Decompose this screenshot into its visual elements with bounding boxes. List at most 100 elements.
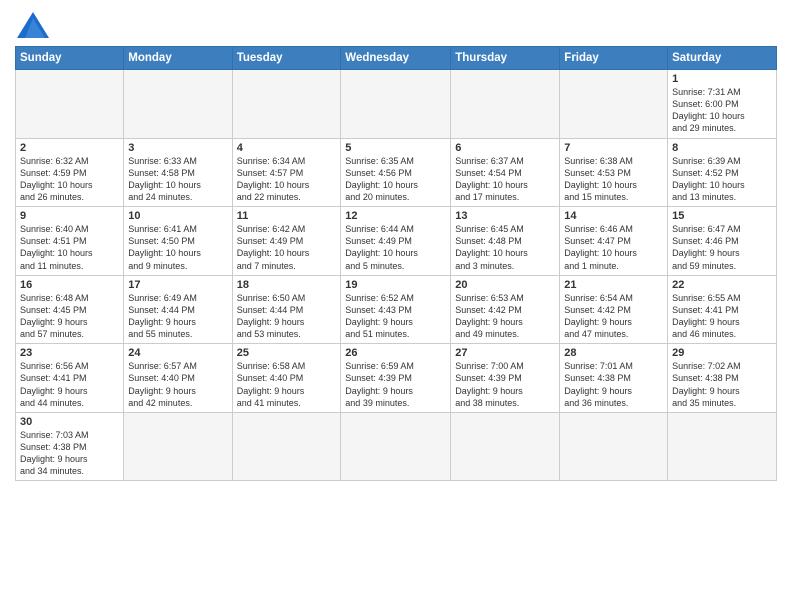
calendar-cell xyxy=(560,412,668,481)
calendar-cell xyxy=(124,70,232,139)
page: SundayMondayTuesdayWednesdayThursdayFrid… xyxy=(0,0,792,612)
day-info: Sunrise: 6:47 AM Sunset: 4:46 PM Dayligh… xyxy=(672,223,772,272)
calendar-cell: 6Sunrise: 6:37 AM Sunset: 4:54 PM Daylig… xyxy=(451,138,560,207)
day-info: Sunrise: 6:53 AM Sunset: 4:42 PM Dayligh… xyxy=(455,292,555,341)
calendar-header: SundayMondayTuesdayWednesdayThursdayFrid… xyxy=(16,47,777,70)
day-number: 8 xyxy=(672,142,772,154)
day-number: 20 xyxy=(455,279,555,291)
calendar-cell xyxy=(341,412,451,481)
calendar-cell: 22Sunrise: 6:55 AM Sunset: 4:41 PM Dayli… xyxy=(668,275,777,344)
day-info: Sunrise: 6:58 AM Sunset: 4:40 PM Dayligh… xyxy=(237,360,337,409)
day-number: 3 xyxy=(128,142,227,154)
weekday-header-tuesday: Tuesday xyxy=(232,47,341,70)
calendar-cell: 26Sunrise: 6:59 AM Sunset: 4:39 PM Dayli… xyxy=(341,344,451,413)
calendar-cell xyxy=(341,70,451,139)
day-number: 24 xyxy=(128,347,227,359)
day-info: Sunrise: 7:00 AM Sunset: 4:39 PM Dayligh… xyxy=(455,360,555,409)
weekday-header-wednesday: Wednesday xyxy=(341,47,451,70)
calendar-cell xyxy=(232,70,341,139)
calendar-cell: 9Sunrise: 6:40 AM Sunset: 4:51 PM Daylig… xyxy=(16,207,124,276)
day-number: 17 xyxy=(128,279,227,291)
calendar-cell: 2Sunrise: 6:32 AM Sunset: 4:59 PM Daylig… xyxy=(16,138,124,207)
day-info: Sunrise: 6:44 AM Sunset: 4:49 PM Dayligh… xyxy=(345,223,446,272)
week-row-1: 2Sunrise: 6:32 AM Sunset: 4:59 PM Daylig… xyxy=(16,138,777,207)
calendar-cell: 11Sunrise: 6:42 AM Sunset: 4:49 PM Dayli… xyxy=(232,207,341,276)
day-info: Sunrise: 6:45 AM Sunset: 4:48 PM Dayligh… xyxy=(455,223,555,272)
logo-icon xyxy=(15,10,51,40)
calendar-cell: 4Sunrise: 6:34 AM Sunset: 4:57 PM Daylig… xyxy=(232,138,341,207)
day-number: 16 xyxy=(20,279,119,291)
calendar-cell: 19Sunrise: 6:52 AM Sunset: 4:43 PM Dayli… xyxy=(341,275,451,344)
day-info: Sunrise: 6:46 AM Sunset: 4:47 PM Dayligh… xyxy=(564,223,663,272)
day-number: 2 xyxy=(20,142,119,154)
calendar: SundayMondayTuesdayWednesdayThursdayFrid… xyxy=(15,46,777,481)
calendar-cell: 12Sunrise: 6:44 AM Sunset: 4:49 PM Dayli… xyxy=(341,207,451,276)
day-number: 15 xyxy=(672,210,772,222)
day-info: Sunrise: 6:41 AM Sunset: 4:50 PM Dayligh… xyxy=(128,223,227,272)
day-info: Sunrise: 6:34 AM Sunset: 4:57 PM Dayligh… xyxy=(237,155,337,204)
calendar-cell: 5Sunrise: 6:35 AM Sunset: 4:56 PM Daylig… xyxy=(341,138,451,207)
day-info: Sunrise: 7:02 AM Sunset: 4:38 PM Dayligh… xyxy=(672,360,772,409)
week-row-4: 23Sunrise: 6:56 AM Sunset: 4:41 PM Dayli… xyxy=(16,344,777,413)
week-row-5: 30Sunrise: 7:03 AM Sunset: 4:38 PM Dayli… xyxy=(16,412,777,481)
day-info: Sunrise: 6:52 AM Sunset: 4:43 PM Dayligh… xyxy=(345,292,446,341)
day-number: 12 xyxy=(345,210,446,222)
weekday-header-sunday: Sunday xyxy=(16,47,124,70)
day-info: Sunrise: 6:48 AM Sunset: 4:45 PM Dayligh… xyxy=(20,292,119,341)
day-number: 5 xyxy=(345,142,446,154)
calendar-cell: 28Sunrise: 7:01 AM Sunset: 4:38 PM Dayli… xyxy=(560,344,668,413)
calendar-cell: 7Sunrise: 6:38 AM Sunset: 4:53 PM Daylig… xyxy=(560,138,668,207)
calendar-cell: 21Sunrise: 6:54 AM Sunset: 4:42 PM Dayli… xyxy=(560,275,668,344)
day-info: Sunrise: 6:56 AM Sunset: 4:41 PM Dayligh… xyxy=(20,360,119,409)
day-info: Sunrise: 6:59 AM Sunset: 4:39 PM Dayligh… xyxy=(345,360,446,409)
calendar-cell xyxy=(124,412,232,481)
day-number: 30 xyxy=(20,416,119,428)
calendar-cell: 24Sunrise: 6:57 AM Sunset: 4:40 PM Dayli… xyxy=(124,344,232,413)
weekday-header-thursday: Thursday xyxy=(451,47,560,70)
calendar-cell: 23Sunrise: 6:56 AM Sunset: 4:41 PM Dayli… xyxy=(16,344,124,413)
day-number: 1 xyxy=(672,73,772,85)
calendar-cell xyxy=(668,412,777,481)
calendar-cell xyxy=(451,70,560,139)
header xyxy=(15,10,777,40)
day-info: Sunrise: 6:35 AM Sunset: 4:56 PM Dayligh… xyxy=(345,155,446,204)
day-info: Sunrise: 6:57 AM Sunset: 4:40 PM Dayligh… xyxy=(128,360,227,409)
weekday-header-friday: Friday xyxy=(560,47,668,70)
day-number: 23 xyxy=(20,347,119,359)
day-info: Sunrise: 6:39 AM Sunset: 4:52 PM Dayligh… xyxy=(672,155,772,204)
calendar-cell: 20Sunrise: 6:53 AM Sunset: 4:42 PM Dayli… xyxy=(451,275,560,344)
calendar-cell: 1Sunrise: 7:31 AM Sunset: 6:00 PM Daylig… xyxy=(668,70,777,139)
day-info: Sunrise: 7:01 AM Sunset: 4:38 PM Dayligh… xyxy=(564,360,663,409)
day-number: 9 xyxy=(20,210,119,222)
calendar-cell xyxy=(451,412,560,481)
day-info: Sunrise: 6:37 AM Sunset: 4:54 PM Dayligh… xyxy=(455,155,555,204)
weekday-header-row: SundayMondayTuesdayWednesdayThursdayFrid… xyxy=(16,47,777,70)
calendar-cell xyxy=(232,412,341,481)
day-number: 10 xyxy=(128,210,227,222)
day-info: Sunrise: 6:38 AM Sunset: 4:53 PM Dayligh… xyxy=(564,155,663,204)
day-number: 7 xyxy=(564,142,663,154)
calendar-cell: 16Sunrise: 6:48 AM Sunset: 4:45 PM Dayli… xyxy=(16,275,124,344)
calendar-cell xyxy=(560,70,668,139)
day-number: 14 xyxy=(564,210,663,222)
day-number: 19 xyxy=(345,279,446,291)
day-info: Sunrise: 6:32 AM Sunset: 4:59 PM Dayligh… xyxy=(20,155,119,204)
logo xyxy=(15,10,55,40)
day-info: Sunrise: 6:54 AM Sunset: 4:42 PM Dayligh… xyxy=(564,292,663,341)
week-row-0: 1Sunrise: 7:31 AM Sunset: 6:00 PM Daylig… xyxy=(16,70,777,139)
calendar-cell: 14Sunrise: 6:46 AM Sunset: 4:47 PM Dayli… xyxy=(560,207,668,276)
calendar-body: 1Sunrise: 7:31 AM Sunset: 6:00 PM Daylig… xyxy=(16,70,777,481)
day-number: 22 xyxy=(672,279,772,291)
calendar-cell: 27Sunrise: 7:00 AM Sunset: 4:39 PM Dayli… xyxy=(451,344,560,413)
day-number: 13 xyxy=(455,210,555,222)
day-info: Sunrise: 6:55 AM Sunset: 4:41 PM Dayligh… xyxy=(672,292,772,341)
calendar-cell: 25Sunrise: 6:58 AM Sunset: 4:40 PM Dayli… xyxy=(232,344,341,413)
day-number: 4 xyxy=(237,142,337,154)
day-info: Sunrise: 6:50 AM Sunset: 4:44 PM Dayligh… xyxy=(237,292,337,341)
calendar-cell: 30Sunrise: 7:03 AM Sunset: 4:38 PM Dayli… xyxy=(16,412,124,481)
calendar-cell: 17Sunrise: 6:49 AM Sunset: 4:44 PM Dayli… xyxy=(124,275,232,344)
weekday-header-saturday: Saturday xyxy=(668,47,777,70)
day-info: Sunrise: 6:33 AM Sunset: 4:58 PM Dayligh… xyxy=(128,155,227,204)
day-number: 29 xyxy=(672,347,772,359)
calendar-cell: 15Sunrise: 6:47 AM Sunset: 4:46 PM Dayli… xyxy=(668,207,777,276)
